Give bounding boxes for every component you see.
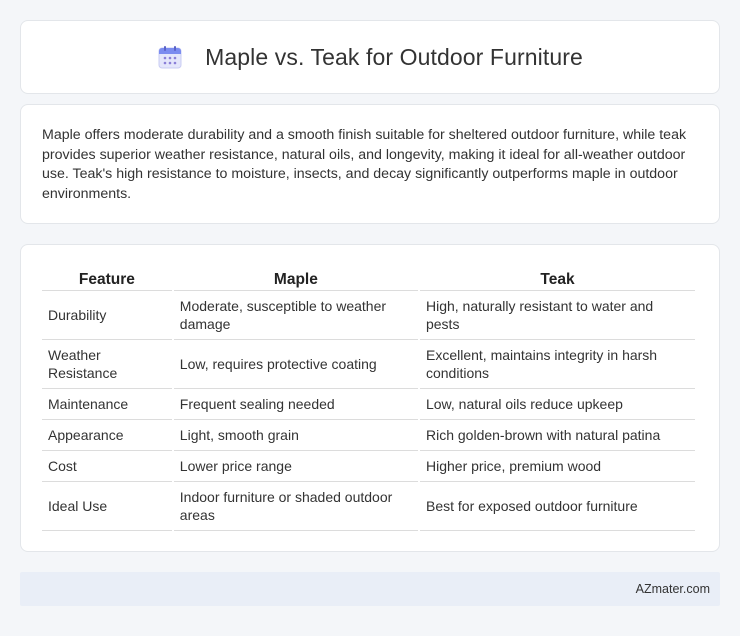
table-header-row: Feature Maple Teak xyxy=(42,267,695,291)
row-teak: Excellent, maintains integrity in harsh … xyxy=(419,340,695,389)
row-feature: Ideal Use xyxy=(42,482,172,531)
row-maple: Indoor furniture or shaded outdoor areas xyxy=(173,482,418,531)
row-teak: Best for exposed outdoor furniture xyxy=(419,482,695,531)
header-card: Maple vs. Teak for Outdoor Furniture xyxy=(20,20,720,94)
row-feature: Appearance xyxy=(42,420,172,451)
page-title: Maple vs. Teak for Outdoor Furniture xyxy=(205,43,583,70)
table-row: Durability Moderate, susceptible to weat… xyxy=(42,291,695,340)
table-row: Appearance Light, smooth grain Rich gold… xyxy=(42,420,695,451)
row-maple: Lower price range xyxy=(173,451,418,482)
comparison-card: Feature Maple Teak Durability Moderate, … xyxy=(20,244,720,552)
header-teak: Teak xyxy=(419,267,695,291)
footer-bar: AZmater.com xyxy=(20,572,720,606)
table-row: Weather Resistance Low, requires protect… xyxy=(42,340,695,389)
summary-text: Maple offers moderate durability and a s… xyxy=(42,127,687,202)
row-feature: Durability xyxy=(42,291,172,340)
row-teak: Rich golden-brown with natural patina xyxy=(419,420,695,451)
row-feature: Cost xyxy=(42,451,172,482)
row-feature: Weather Resistance xyxy=(42,340,172,389)
footer-brand: AZmater.com xyxy=(635,582,710,596)
row-maple: Low, requires protective coating xyxy=(173,340,418,389)
row-teak: Higher price, premium wood xyxy=(419,451,695,482)
row-maple: Moderate, susceptible to weather damage xyxy=(173,291,418,340)
table-row: Maintenance Frequent sealing needed Low,… xyxy=(42,389,695,420)
row-maple: Light, smooth grain xyxy=(173,420,418,451)
calendar-icon xyxy=(157,44,183,70)
table-row: Cost Lower price range Higher price, pre… xyxy=(42,451,695,482)
table-row: Ideal Use Indoor furniture or shaded out… xyxy=(42,482,695,531)
comparison-table: Feature Maple Teak Durability Moderate, … xyxy=(40,267,697,531)
row-feature: Maintenance xyxy=(42,389,172,420)
summary-card: Maple offers moderate durability and a s… xyxy=(20,104,720,224)
row-teak: Low, natural oils reduce upkeep xyxy=(419,389,695,420)
header-maple: Maple xyxy=(173,267,418,291)
row-teak: High, naturally resistant to water and p… xyxy=(419,291,695,340)
title-wrap: Maple vs. Teak for Outdoor Furniture xyxy=(157,44,583,71)
header-feature: Feature xyxy=(42,267,172,291)
row-maple: Frequent sealing needed xyxy=(173,389,418,420)
